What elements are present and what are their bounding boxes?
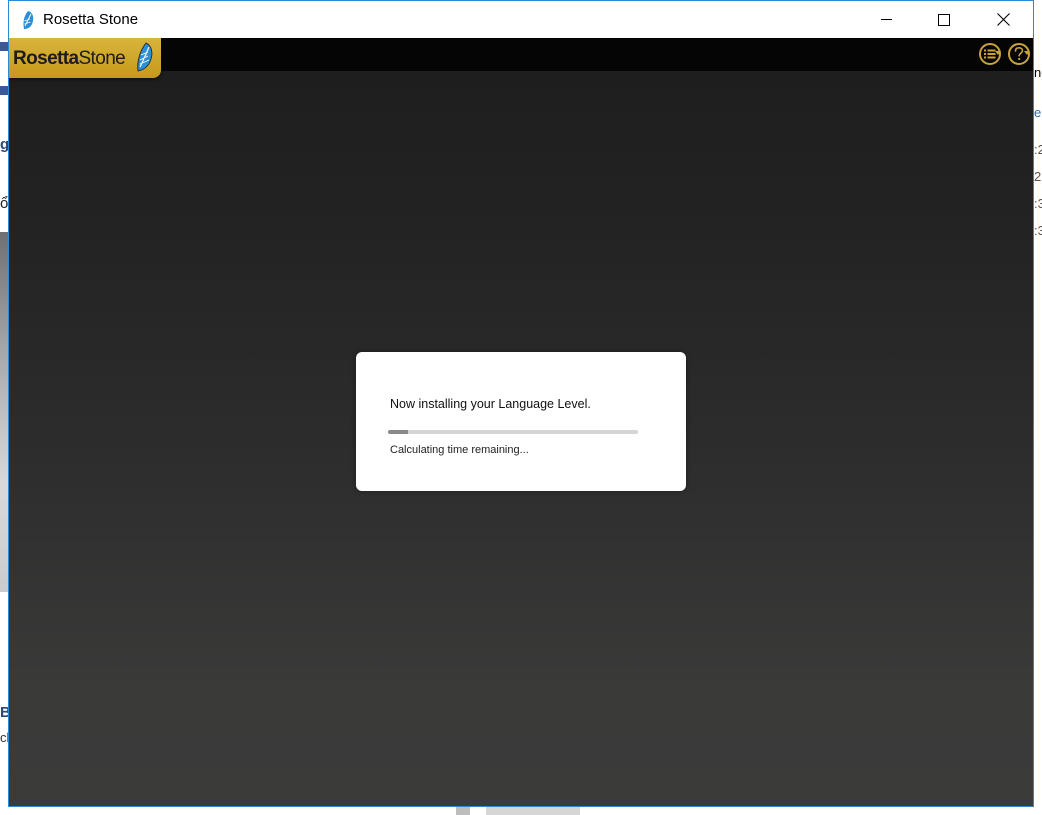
installing-dialog: Now installing your Language Level. Calc… [356,352,686,491]
logo-text-bold: Rosetta [13,48,79,69]
background-block [486,806,580,815]
background-text-fragment: :2 [1034,142,1042,157]
background-text-fragment: 2 [1034,169,1042,184]
menu-caret-icon [995,51,1001,55]
background-right-edge: ne e :2 2 :3 :3 [1033,38,1042,815]
help-caret-icon [1024,51,1030,55]
maximize-button[interactable] [921,1,967,38]
app-content-area: RosettaStone Now installing your Languag… [9,38,1033,806]
help-icon [1014,47,1024,61]
background-text-fragment: e [1034,105,1042,120]
minimize-icon [880,19,892,20]
close-button[interactable] [980,1,1026,38]
title-bar[interactable]: Rosetta Stone [9,1,1033,38]
rosetta-stone-logo[interactable]: RosettaStone [9,38,161,78]
background-block [456,806,470,815]
background-text-fragment: :3 [1034,196,1042,211]
app-header-bar [9,38,1033,71]
app-window: Rosetta Stone RosettaStone Now installin… [8,0,1034,807]
install-progress-bar [388,430,638,434]
minimize-button[interactable] [863,1,909,38]
rosetta-stone-app-icon [23,11,34,29]
time-remaining-status: Calculating time remaining... [390,444,529,456]
install-progress-fill [388,430,408,434]
logo-text-light: Stone [78,48,126,69]
maximize-icon [938,13,950,26]
logo-text: RosettaStone [13,48,126,70]
background-text-fragment: :3 [1034,223,1042,238]
installing-message: Now installing your Language Level. [390,397,591,411]
logo-leaf-icon [137,42,153,72]
window-title: Rosetta Stone [43,11,139,28]
background-text-fragment: ne [1034,65,1042,80]
close-icon [996,13,1010,26]
background-bottom-edge [0,806,1042,815]
